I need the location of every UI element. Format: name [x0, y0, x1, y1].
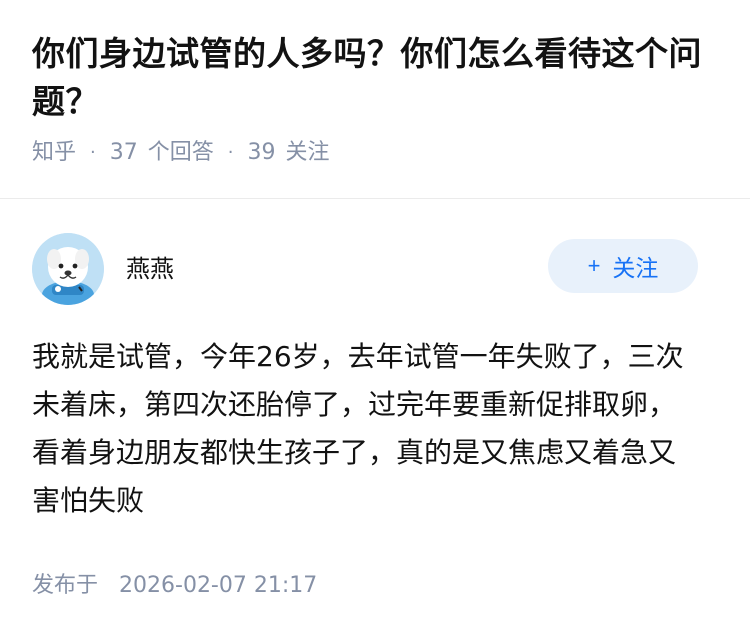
question-meta: 知乎 · 37 个回答 · 39 关注	[32, 138, 718, 168]
cartoon-dog-avatar-icon	[32, 233, 104, 305]
plus-icon: +	[587, 253, 601, 278]
publish-info: 发布于 2026-02-07 21:17	[32, 567, 698, 599]
question-header: 你们身边试管的人多吗？你们怎么看待这个问题？ 知乎 · 37 个回答 · 39 …	[0, 0, 750, 199]
author-avatar[interactable]	[32, 233, 104, 305]
answer-card: 燕燕 + 关注 我就是试管，今年26岁，去年试管一年失败了，三次未着床，第四次还…	[0, 199, 750, 599]
answer-count-label: 个回答	[147, 140, 214, 165]
separator-dot: ·	[90, 142, 96, 163]
published-label: 发布于	[32, 573, 99, 598]
follow-button[interactable]: + 关注	[548, 239, 698, 293]
follow-count-label: 关注	[285, 140, 330, 165]
follow-count: 39	[247, 140, 276, 165]
author-name[interactable]: 燕燕	[126, 249, 174, 284]
source-label[interactable]: 知乎	[32, 138, 76, 168]
answer-content: 我就是试管，今年26岁，去年试管一年失败了，三次未着床，第四次还胎停了，过完年要…	[32, 340, 684, 517]
published-time: 2026-02-07 21:17	[119, 573, 318, 598]
follow-button-label: 关注	[612, 255, 659, 281]
question-title[interactable]: 你们身边试管的人多吗？你们怎么看待这个问题？	[32, 30, 718, 126]
separator-dot: ·	[227, 142, 234, 163]
author-row: 燕燕 + 关注	[32, 233, 698, 305]
answer-count: 37	[109, 140, 138, 165]
